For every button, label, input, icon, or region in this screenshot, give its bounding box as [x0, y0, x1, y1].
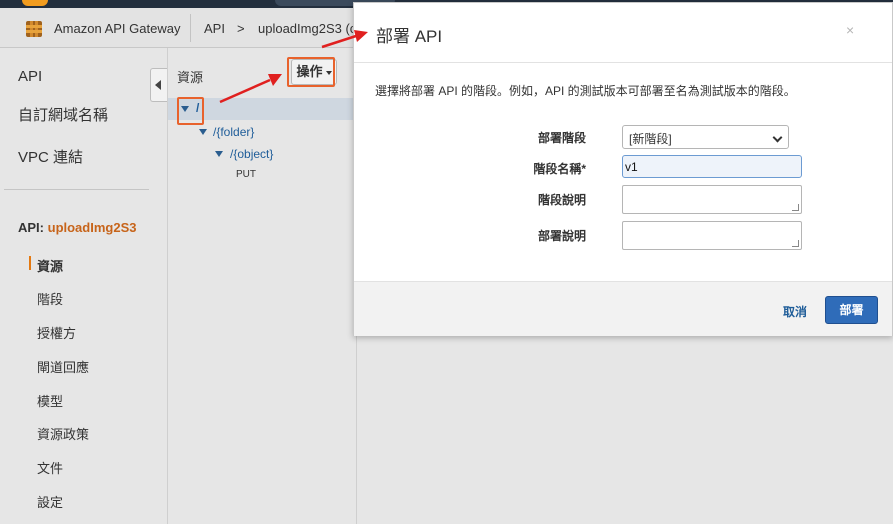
sidebar-item-documentation[interactable]: 文件 — [37, 458, 63, 477]
sidebar-item-gateway-responses[interactable]: 閘道回應 — [37, 357, 89, 376]
service-name-link[interactable]: Amazon API Gateway — [54, 21, 180, 36]
stage-description-textarea[interactable] — [622, 185, 802, 214]
breadcrumb-api-name[interactable]: uploadImg2S3 (c — [258, 21, 356, 36]
sidebar-item-models[interactable]: 模型 — [37, 391, 63, 410]
deploy-stage-value: [新階段] — [629, 132, 672, 146]
dialog-footer: 取消 部署 — [354, 281, 892, 336]
actions-dropdown-button[interactable]: 操作 — [291, 59, 337, 85]
deploy-api-dialog: 部署 API × 選擇將部署 API 的階段。例如，API 的測試版本可部署至名… — [353, 2, 893, 336]
cancel-button[interactable]: 取消 — [783, 303, 807, 320]
stage-name-input[interactable] — [622, 155, 802, 178]
deploy-stage-select[interactable]: [新階段] — [622, 125, 789, 149]
dialog-title: 部署 API — [376, 27, 443, 46]
breadcrumb-separator: > — [237, 21, 245, 36]
deploy-button[interactable]: 部署 — [825, 296, 878, 324]
dialog-header: 部署 API × — [354, 3, 892, 63]
sidebar-item-resources[interactable]: 資源 — [37, 256, 63, 275]
nav-api-link[interactable]: API — [18, 68, 42, 85]
breadcrumb-divider — [190, 14, 191, 42]
active-item-indicator — [29, 256, 31, 270]
aws-logo-fragment — [22, 0, 48, 6]
nav-divider — [4, 189, 149, 190]
actions-label: 操作 — [296, 64, 323, 79]
chevron-down-icon — [772, 132, 783, 143]
left-navigation: API 自訂網域名稱 VPC 連結 API: uploadImg2S3 資源 階… — [0, 48, 168, 524]
api-gateway-icon[interactable] — [24, 19, 44, 39]
sidebar-item-resource-policy[interactable]: 資源政策 — [37, 424, 89, 443]
deployment-description-textarea[interactable] — [622, 221, 802, 250]
resource-root[interactable]: / — [196, 101, 199, 115]
api-prefix: API: — [18, 220, 44, 235]
nav-vpc-links-link[interactable]: VPC 連結 — [18, 146, 83, 167]
sidebar-item-stages[interactable]: 階段 — [37, 289, 63, 308]
resource-object[interactable]: /{object} — [230, 147, 273, 161]
chevron-left-icon — [155, 80, 161, 90]
deploy-stage-label: 部署階段 — [537, 131, 586, 145]
expand-folder-icon[interactable] — [199, 129, 207, 135]
caret-down-icon — [325, 70, 332, 75]
nav-custom-domains-link[interactable]: 自訂網域名稱 — [18, 104, 108, 125]
close-icon[interactable]: × — [846, 22, 854, 38]
sidebar-item-authorizers[interactable]: 授權方 — [37, 323, 76, 342]
expand-root-icon[interactable] — [181, 106, 189, 112]
dialog-description: 選擇將部署 API 的階段。例如，API 的測試版本可部署至名為測試版本的階段。 — [375, 84, 796, 98]
deployment-description-label: 部署說明 — [537, 229, 586, 243]
stage-name-label: 階段名稱* — [533, 162, 586, 176]
resources-panel: 資源 操作 / /{folder} /{object} PUT — [168, 48, 357, 524]
stage-description-label: 階段說明 — [537, 193, 586, 207]
expand-object-icon[interactable] — [215, 151, 223, 157]
breadcrumb-api-link[interactable]: API — [204, 21, 225, 36]
api-name[interactable]: uploadImg2S3 — [48, 220, 137, 235]
collapse-sidebar-button[interactable] — [150, 68, 167, 102]
resources-title: 資源 — [177, 70, 204, 85]
current-api-label: API: uploadImg2S3 — [18, 220, 136, 235]
method-put[interactable]: PUT — [236, 169, 256, 180]
resource-folder[interactable]: /{folder} — [213, 125, 254, 139]
sidebar-item-settings[interactable]: 設定 — [37, 492, 63, 511]
